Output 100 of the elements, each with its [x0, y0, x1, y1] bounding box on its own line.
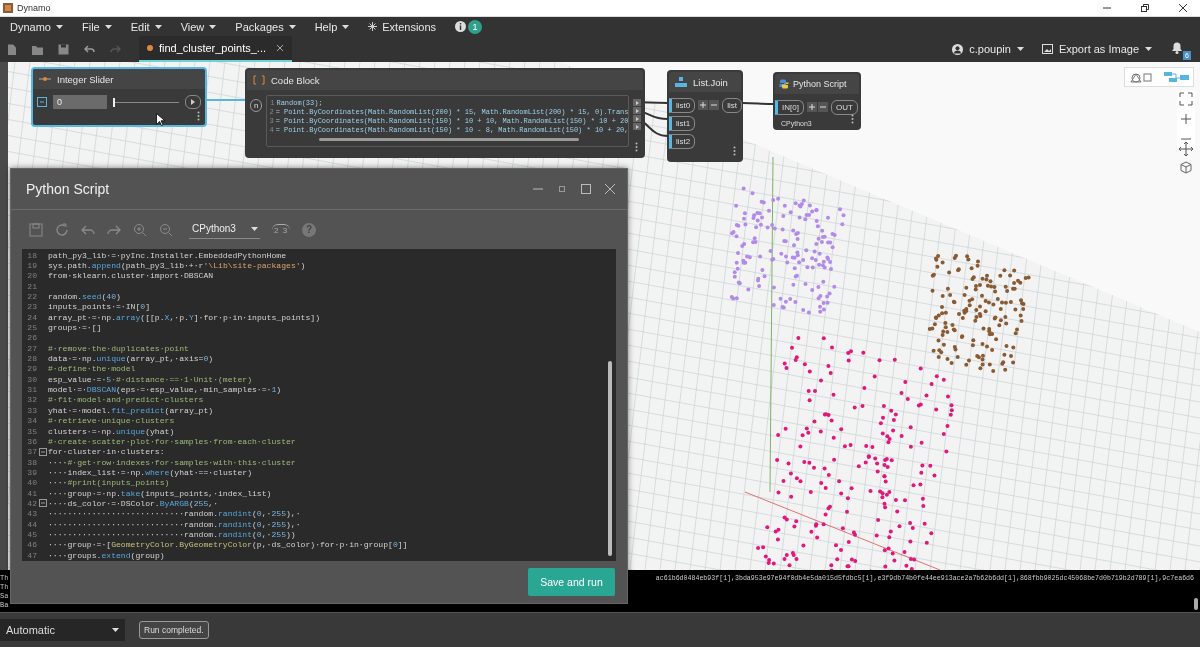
line-number: 41: [26, 488, 37, 498]
remove-input-icon[interactable]: [817, 102, 828, 112]
code-line: ····group·=·[GeometryColor.ByGeometryColor(p,·ds_color)·for·p·in·group[0]]: [48, 540, 408, 550]
scrollbar-thumb[interactable]: [319, 138, 580, 141]
maximize-icon[interactable]: [581, 184, 591, 194]
notification-badge: 1: [468, 19, 483, 34]
code-line: ····#print(inputs_points): [48, 478, 170, 488]
output-port[interactable]: [633, 123, 641, 130]
input-port[interactable]: list2: [669, 134, 696, 149]
code-line: ····························random.randint(0,·255)): [48, 529, 296, 539]
scrollbar-thumb[interactable]: [608, 361, 612, 556]
input-port[interactable]: list0: [669, 98, 696, 113]
caret-icon: [1016, 47, 1024, 51]
menu-item[interactable]: File: [73, 18, 120, 35]
code-line: #·remove·the·duplicates·point: [48, 343, 189, 353]
output-port[interactable]: [185, 95, 201, 109]
export-menu[interactable]: Export as Image: [1041, 43, 1152, 55]
close-icon[interactable]: [1178, 3, 1188, 13]
menu-item[interactable]: Edit: [122, 18, 170, 35]
output-port[interactable]: OUT: [830, 100, 858, 115]
code-line: #·fit·model·and·predict·clusters: [48, 395, 204, 405]
undo-icon[interactable]: [84, 43, 95, 55]
code-line: ····groups.extend(group): [48, 550, 165, 560]
menu-item[interactable]: View: [172, 18, 225, 35]
code-editor[interactable]: [266, 95, 629, 147]
output-port[interactable]: list: [722, 98, 742, 113]
more-options-icon[interactable]: [851, 114, 854, 124]
info-icon[interactable]: [455, 21, 467, 32]
save-icon[interactable]: [58, 43, 69, 55]
output-port[interactable]: [633, 115, 641, 122]
caret-icon: [154, 24, 162, 29]
more-options-icon[interactable]: [733, 146, 736, 156]
user-menu[interactable]: c.poupin: [952, 43, 1024, 55]
remove-input-icon[interactable]: [709, 100, 720, 110]
more-options-icon[interactable]: [635, 142, 638, 152]
menu-item[interactable]: Extensions: [360, 18, 445, 35]
more-options-icon[interactable]: [197, 111, 200, 121]
zoom-out-icon[interactable]: [159, 222, 173, 237]
chevron-icon: [191, 99, 195, 105]
input-port[interactable]: list1: [669, 116, 696, 131]
node-card[interactable]: [245, 68, 645, 158]
add-input-icon[interactable]: [806, 102, 817, 112]
line-number: 32: [26, 395, 37, 405]
output-port[interactable]: [633, 107, 641, 114]
node-icon: [39, 74, 51, 84]
pan-icon[interactable]: [1179, 142, 1193, 156]
graph-view-icon[interactable]: [1161, 70, 1191, 84]
code-line: ····group·=·np.take(inputs_points,·index_list): [48, 488, 272, 498]
line-number: 28: [26, 354, 37, 364]
cube-icon[interactable]: [1179, 160, 1193, 174]
node-card[interactable]: List.Join list0 list1 list2 list: [667, 70, 743, 162]
line-number: 22: [26, 292, 37, 302]
connector-wire: [741, 102, 775, 105]
line-number: 45: [26, 529, 37, 539]
zoom-in-icon[interactable]: [133, 222, 147, 237]
menu-item[interactable]: Help: [306, 18, 358, 35]
close-icon[interactable]: [276, 44, 284, 52]
line-number: 26: [26, 333, 37, 343]
input-port[interactable]: IN[0]: [775, 100, 804, 115]
line-number: 27: [26, 343, 37, 353]
restore-icon[interactable]: [1140, 3, 1150, 13]
extensions-icon: [368, 22, 378, 31]
node-title: Integer Slider: [57, 73, 114, 85]
line-number: 43: [26, 509, 37, 519]
code-line: path_py3_lib·=·pyInc.Installer.EmbeddedPythonHome: [48, 250, 286, 260]
new-file-icon[interactable]: [6, 43, 17, 55]
menu-item[interactable]: Packages: [227, 18, 304, 35]
fold-icon[interactable]: [38, 499, 47, 508]
open-folder-icon[interactable]: [32, 43, 43, 55]
code-line: ····#·get·row·indexes·for·samples·with·this·cluster: [48, 457, 296, 467]
caret-icon: [342, 24, 350, 29]
document-tab[interactable]: find_cluster_points_...: [139, 36, 292, 62]
run-mode-dropdown[interactable]: Automatic: [0, 619, 125, 641]
refresh-icon[interactable]: [55, 222, 69, 237]
value-field[interactable]: 0: [53, 95, 107, 109]
collapse-icon[interactable]: [37, 97, 47, 107]
fold-icon[interactable]: [38, 447, 47, 456]
engine-dropdown[interactable]: CPython3: [189, 220, 260, 239]
image-icon: [1041, 44, 1053, 54]
caret-icon: [112, 628, 119, 632]
line-number: 40: [26, 478, 37, 488]
line-number: 25: [26, 323, 37, 333]
bell-icon[interactable]: [1170, 40, 1184, 54]
zoom-in-icon[interactable]: [1179, 112, 1193, 126]
code-line: #·create·scatter·plot·for·samples·from·each·cluster: [48, 436, 296, 446]
line-number: 30: [26, 374, 37, 384]
output-port[interactable]: [633, 99, 641, 106]
line-number: 38: [26, 457, 37, 467]
add-input-icon[interactable]: [698, 100, 709, 110]
code-line: groups·=·[]: [48, 323, 102, 333]
node-title: List.Join: [693, 76, 728, 88]
dock-icon[interactable]: [557, 184, 567, 194]
code-line: esp_value·=·5·#·distance·==·1·Unit·(meter): [48, 374, 252, 384]
node-card[interactable]: Integer Slider 0: [31, 67, 207, 127]
menu-item[interactable]: Dynamo: [2, 18, 71, 35]
mouse-cursor-icon: [156, 113, 165, 126]
scrollbar-thumb[interactable]: [1194, 598, 1198, 610]
migration-button[interactable]: 2 3: [272, 224, 291, 235]
zoom-fit-icon[interactable]: [1179, 92, 1193, 106]
line-number: 18: [26, 250, 37, 260]
